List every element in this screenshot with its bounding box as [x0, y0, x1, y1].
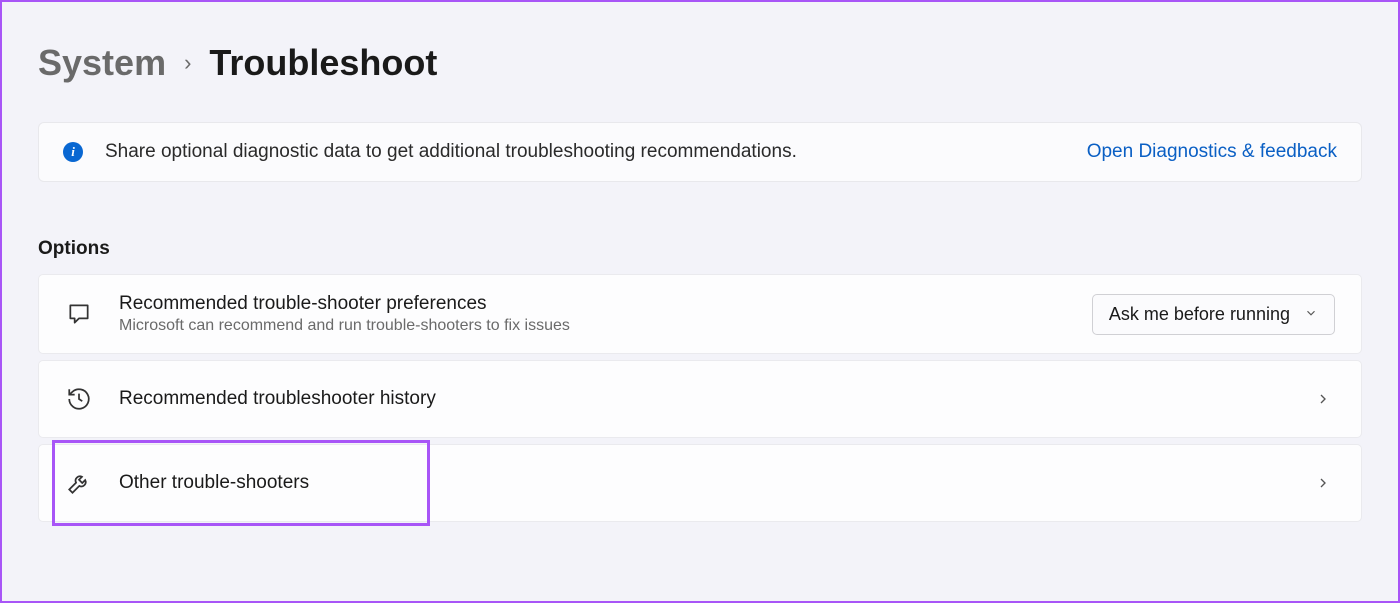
- open-diagnostics-link[interactable]: Open Diagnostics & feedback: [1087, 141, 1337, 163]
- breadcrumb-current: Troubleshoot: [209, 42, 437, 84]
- rec-prefs-dropdown[interactable]: Ask me before running: [1092, 294, 1335, 335]
- diagnostic-banner: i Share optional diagnostic data to get …: [38, 122, 1362, 182]
- info-icon: i: [63, 142, 83, 162]
- option-row-rec-prefs[interactable]: Recommended trouble-shooter preferences …: [38, 274, 1362, 354]
- other-title: Other trouble-shooters: [119, 472, 1289, 494]
- dropdown-value: Ask me before running: [1109, 304, 1290, 325]
- chevron-right-icon: ›: [184, 50, 191, 76]
- options-heading: Options: [38, 238, 1362, 260]
- breadcrumb-parent-system[interactable]: System: [38, 42, 166, 84]
- breadcrumb: System › Troubleshoot: [38, 42, 1362, 84]
- chevron-right-icon: [1315, 475, 1335, 491]
- wrench-icon: [65, 469, 93, 497]
- history-icon: [65, 385, 93, 413]
- history-title: Recommended troubleshooter history: [119, 388, 1289, 410]
- banner-text: Share optional diagnostic data to get ad…: [105, 141, 797, 163]
- chevron-right-icon: [1315, 391, 1335, 407]
- rec-prefs-title: Recommended trouble-shooter preferences: [119, 293, 1066, 315]
- option-row-other-troubleshooters[interactable]: Other trouble-shooters: [38, 444, 1362, 522]
- option-row-history[interactable]: Recommended troubleshooter history: [38, 360, 1362, 438]
- chat-bubble-icon: [65, 300, 93, 328]
- rec-prefs-subtitle: Microsoft can recommend and run trouble-…: [119, 317, 1066, 335]
- chevron-down-icon: [1304, 304, 1318, 325]
